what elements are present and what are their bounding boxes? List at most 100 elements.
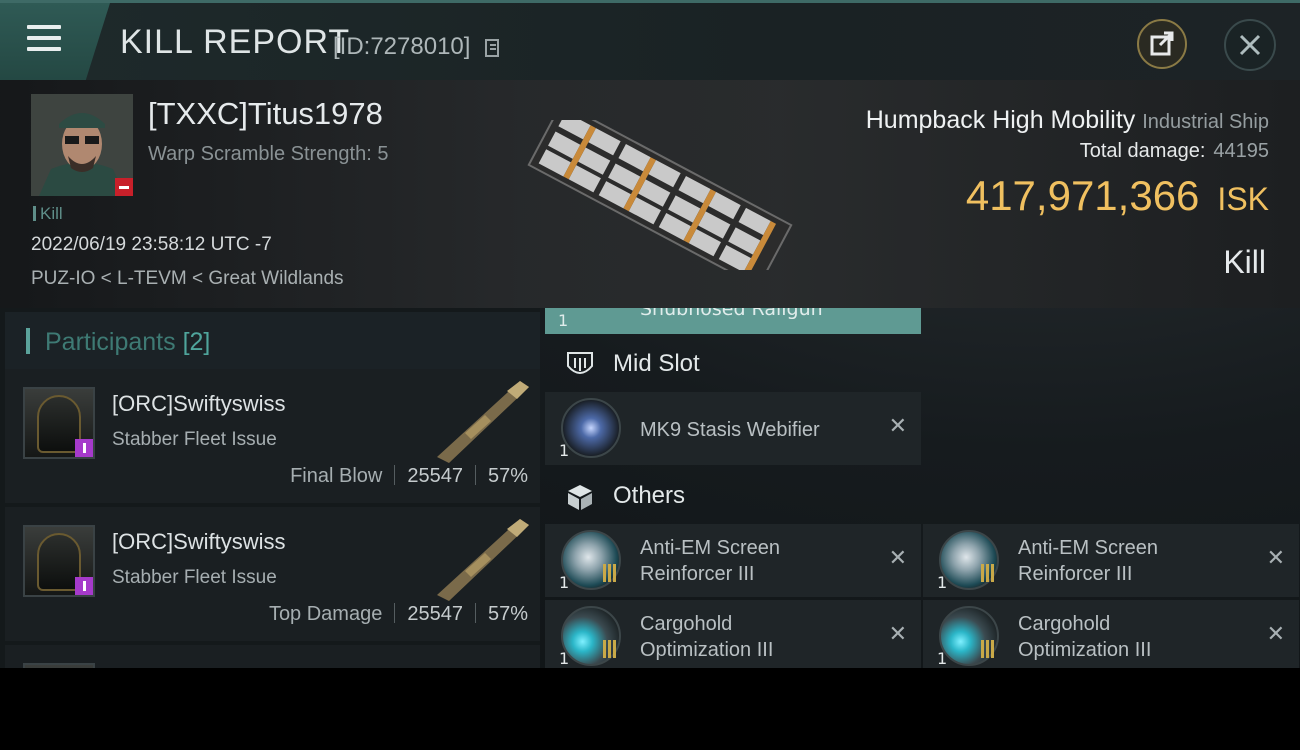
item-quantity: 1 — [558, 311, 569, 330]
item-quantity: 1 — [937, 573, 948, 592]
weapon-icon — [437, 519, 529, 601]
header-accent — [26, 328, 30, 354]
participant-avatar — [23, 663, 95, 668]
fitting-list: 1 Snubnosed Railgun Mid Slot 1 MK9 Stasi… — [545, 308, 1300, 668]
total-damage: Total damage: 44195 — [1080, 140, 1269, 163]
divider — [394, 603, 396, 623]
result-label: Kill — [1223, 244, 1266, 280]
participant-row[interactable] — [5, 645, 540, 668]
kill-report-screen: KILL REPORT [ID:7278010] [TXXC]Titus1978… — [0, 0, 1300, 668]
kill-datetime: 2022/06/19 23:58:12 UTC -7 — [31, 234, 272, 255]
share-button[interactable] — [1137, 19, 1187, 69]
participant-stats: Top Damage 25547 57% — [269, 603, 528, 626]
page-title: KILL REPORT — [120, 23, 351, 61]
participant-name: [ORC]Swiftyswiss — [112, 529, 286, 554]
participant-ship: Stabber Fleet Issue — [112, 567, 277, 588]
participant-role: Final Blow — [290, 465, 383, 487]
isk-value: 417,971,366 ISK — [966, 172, 1269, 220]
destroyed-icon: ✕ — [888, 622, 907, 647]
destroyed-icon: ✕ — [1266, 546, 1285, 571]
item-quantity: 1 — [559, 573, 570, 592]
corp-badge — [75, 577, 93, 595]
menu-button[interactable] — [0, 3, 110, 80]
item-quantity: 1 — [559, 441, 570, 460]
menu-icon-bar — [27, 36, 61, 40]
stasis-webifier-icon — [561, 398, 621, 458]
participants-panel: Participants [2] [ORC]Swiftyswiss Stabbe… — [0, 308, 540, 668]
participant-ship: Stabber Fleet Issue — [112, 429, 277, 450]
participant-percent: 57% — [487, 465, 528, 487]
item-name-line2: Optimization III — [1018, 639, 1152, 661]
tier-icon — [981, 640, 995, 658]
participant-damage: 25547 — [407, 603, 463, 625]
item-quantity: 1 — [937, 649, 948, 668]
mid-slot-label: Mid Slot — [613, 350, 700, 377]
top-bar: KILL REPORT [ID:7278010] — [0, 0, 1300, 80]
isk-unit: ISK — [1217, 181, 1269, 217]
others-label: Others — [613, 482, 686, 509]
menu-icon-bar — [27, 47, 61, 51]
weapon-icon — [437, 381, 529, 463]
close-button[interactable] — [1224, 19, 1276, 71]
share-icon — [1150, 31, 1174, 56]
victim-name[interactable]: [TXXC]Titus1978 — [148, 96, 383, 132]
item-name: MK9 Stasis Webifier — [640, 419, 820, 441]
participant-percent: 57% — [487, 603, 528, 625]
item-name-line1: Cargohold — [640, 613, 733, 635]
participant-stats: Final Blow 25547 57% — [290, 465, 528, 488]
item-name-line1: Anti-EM Screen — [640, 537, 781, 559]
tier-icon — [603, 640, 617, 658]
divider — [474, 465, 476, 485]
item-name-line2: Optimization III — [640, 639, 774, 661]
tier-icon — [603, 564, 617, 582]
kill-location[interactable]: PUZ-IO < L-TEVM < Great Wildlands — [31, 268, 344, 290]
module-item[interactable]: 1 Anti-EM Screen Reinforcer III ✕ — [923, 524, 1299, 597]
item-name-line1: Anti-EM Screen — [1018, 537, 1159, 559]
participant-damage: 25547 — [407, 465, 463, 487]
victim-summary: [TXXC]Titus1978 Warp Scramble Strength: … — [0, 80, 1300, 308]
destroyed-icon: ✕ — [1266, 622, 1285, 647]
divider — [474, 603, 476, 623]
ship-class: Industrial Ship — [1142, 111, 1269, 133]
mid-slot-header: Mid Slot — [545, 336, 921, 392]
participant-row[interactable]: [ORC]Swiftyswiss Stabber Fleet Issue Fin… — [5, 369, 540, 503]
item-name-line2: Reinforcer III — [1018, 563, 1133, 585]
participants-title: Participants [2] — [45, 328, 210, 357]
module-item[interactable]: 1 Cargohold Optimization III ✕ — [545, 600, 921, 668]
participant-row[interactable]: [ORC]Swiftyswiss Stabber Fleet Issue Top… — [5, 507, 540, 641]
divider — [394, 465, 396, 485]
participants-label: Participants — [45, 328, 176, 356]
copy-icon[interactable] — [485, 39, 499, 57]
total-damage-value: 44195 — [1213, 140, 1269, 162]
participants-count: [2] — [182, 328, 211, 356]
participant-role: Top Damage — [268, 603, 383, 625]
participants-header[interactable]: Participants [2] — [5, 312, 540, 370]
item-name-line1: Cargohold — [1018, 613, 1111, 635]
kill-tag: Kill — [33, 204, 63, 224]
close-icon — [1239, 34, 1261, 56]
warp-scramble-strength: Warp Scramble Strength: 5 — [148, 143, 389, 165]
standing-badge — [115, 178, 133, 196]
tier-icon — [981, 564, 995, 582]
corp-badge — [75, 439, 93, 457]
item-name-line2: Reinforcer III — [640, 563, 755, 585]
item-quantity: 1 — [559, 649, 570, 668]
report-id: [ID:7278010] — [333, 33, 471, 60]
ship-name[interactable]: Humpback High Mobility Industrial Ship — [866, 106, 1269, 135]
module-item[interactable]: 1 MK9 Stasis Webifier ✕ — [545, 392, 921, 465]
menu-icon — [27, 25, 61, 29]
participant-name: [ORC]Swiftyswiss — [112, 391, 286, 416]
high-slot-item[interactable]: 1 Snubnosed Railgun — [545, 308, 921, 334]
destroyed-icon: ✕ — [888, 414, 907, 439]
others-header: Others — [545, 468, 921, 524]
isk-amount: 417,971,366 — [965, 172, 1200, 219]
ship-name-text: Humpback High Mobility — [865, 106, 1136, 134]
mid-slot-icon — [567, 352, 593, 374]
ship-image — [527, 120, 793, 270]
item-name: Snubnosed Railgun — [640, 308, 823, 320]
cargo-box-icon — [568, 485, 592, 510]
destroyed-icon: ✕ — [888, 546, 907, 571]
module-item[interactable]: 1 Cargohold Optimization III ✕ — [923, 600, 1299, 668]
total-damage-label: Total damage: — [1079, 140, 1206, 162]
module-item[interactable]: 1 Anti-EM Screen Reinforcer III ✕ — [545, 524, 921, 597]
